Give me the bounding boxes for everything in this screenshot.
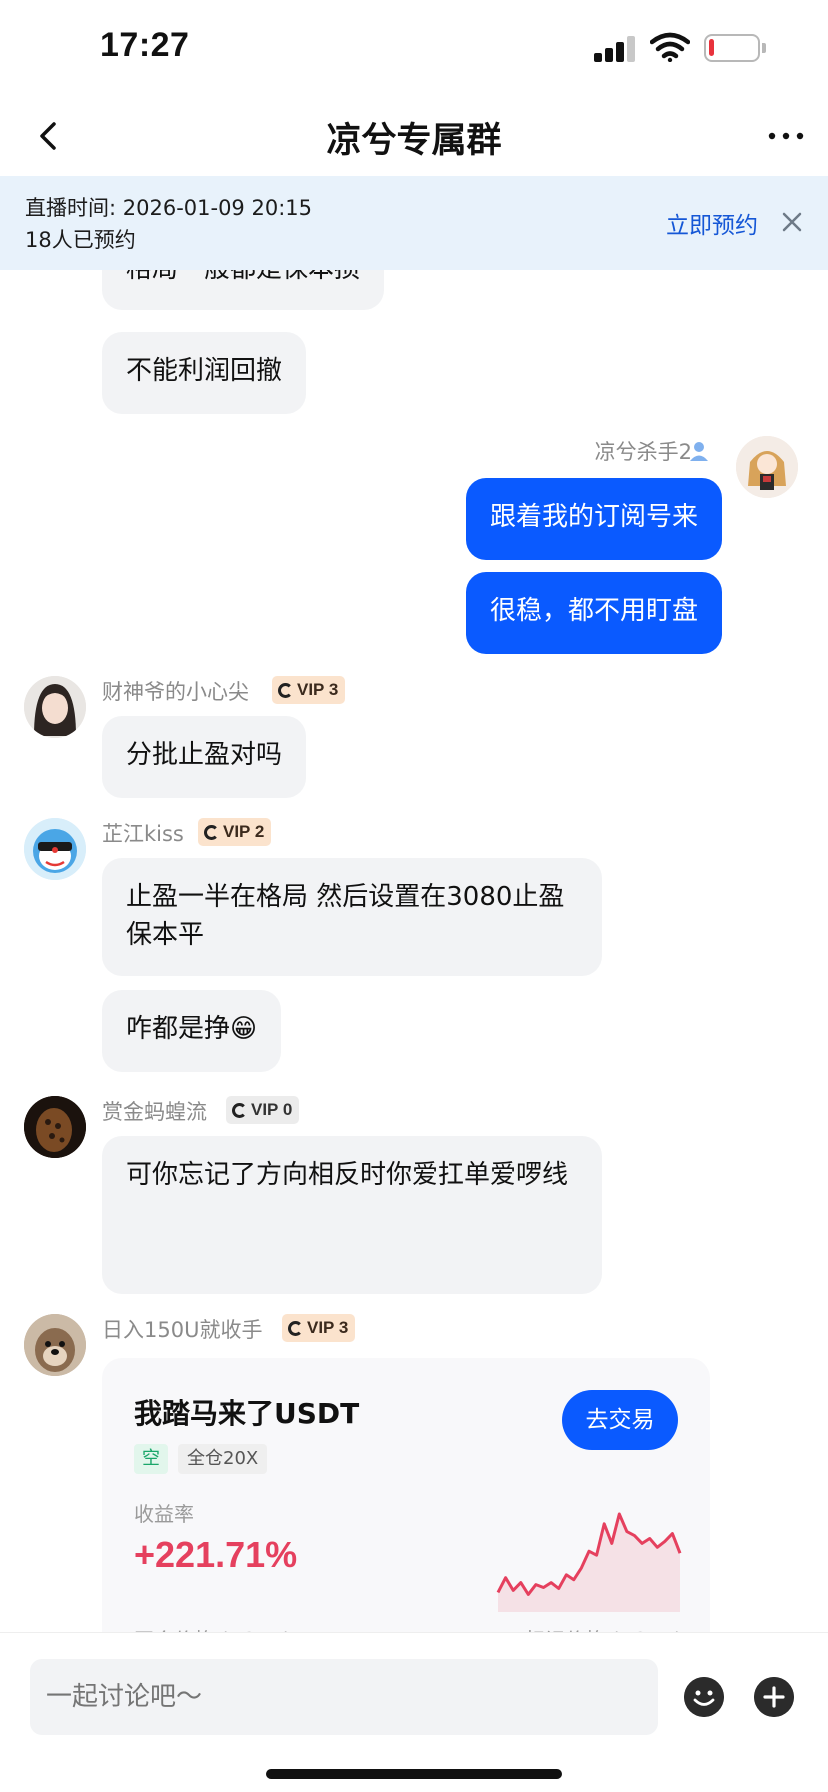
leopard-avatar-icon: [24, 1096, 86, 1158]
live-reservation-banner: 直播时间: 2026-01-09 20:15 18人已预约 立即预约: [0, 176, 828, 270]
trade-pair-title: 我踏马来了USDT: [134, 1397, 360, 1430]
open-price-label: 开仓价格 (USDT): [134, 1624, 291, 1632]
battery-tip: [762, 43, 766, 53]
position-side-tag: 空: [134, 1444, 168, 1474]
grin-emoji-icon: 😁: [230, 1014, 258, 1044]
home-indicator: [266, 1769, 562, 1779]
battery-level: [709, 39, 714, 56]
vip-badge: VIP 3: [282, 1314, 356, 1342]
message-bubble[interactable]: 止盈一半在格局 然后设置在3080止盈保本平: [102, 858, 602, 976]
page-title: 凉兮专属群: [326, 121, 502, 161]
message-bubble[interactable]: 分批止盈对吗: [102, 716, 307, 798]
price-sparkline: [496, 1512, 682, 1612]
more-options-button[interactable]: [764, 118, 808, 154]
my-message-bubble[interactable]: 跟着我的订阅号来: [465, 478, 722, 560]
pnl-value: +221.71%: [134, 1534, 298, 1575]
message-input[interactable]: [30, 1659, 658, 1735]
anime-girl-avatar-icon: [736, 436, 798, 498]
vip-icon: [232, 1102, 247, 1118]
message-input-bar: [0, 1632, 828, 1792]
avatar[interactable]: [24, 1314, 86, 1376]
my-message-bubble[interactable]: 很稳，都不用盯盘: [465, 572, 722, 654]
sender-name: 赏金蚂蝗流: [102, 1100, 207, 1124]
vip-icon: [288, 1320, 303, 1336]
vip-level: VIP 0: [251, 1100, 293, 1119]
vip-level: VIP 3: [297, 680, 339, 699]
avatar[interactable]: [24, 1096, 86, 1158]
avatar[interactable]: [24, 818, 86, 880]
go-trade-button[interactable]: 去交易: [562, 1390, 678, 1450]
status-time: 17:27: [100, 26, 190, 64]
vip-icon: [278, 682, 293, 698]
user-icon: [690, 442, 708, 461]
avatar[interactable]: [736, 436, 798, 498]
cellular-signal-icon: [594, 36, 638, 62]
leverage-tag: 全仓20X: [178, 1444, 268, 1474]
nav-bar: 凉兮专属群: [0, 96, 828, 176]
vip-badge: VIP 3: [272, 676, 346, 704]
battery-icon: [704, 34, 760, 62]
wifi-icon: [650, 32, 690, 62]
girl-photo-avatar-icon: [24, 676, 86, 738]
mark-price-label: 标记价格 (USDT): [525, 1624, 682, 1632]
vip-badge: VIP 0: [226, 1096, 300, 1124]
emoji-button[interactable]: [684, 1677, 724, 1717]
sender-name: 日入150U就收手: [102, 1318, 263, 1342]
reservation-count-text: 18人已预约: [25, 228, 136, 252]
vip-level: VIP 2: [223, 822, 265, 841]
message-bubble[interactable]: 格局一般都是保本损: [102, 270, 385, 310]
sender-name: 凉兮杀手2: [594, 440, 692, 464]
live-time-text: 直播时间: 2026-01-09 20:15: [25, 196, 312, 220]
message-bubble[interactable]: 可你忘记了方向相反时你爱扛单爱啰线: [102, 1136, 602, 1294]
vip-badge: VIP 2: [198, 818, 272, 846]
status-bar: 17:27: [0, 0, 828, 96]
message-text: 咋都是挣: [126, 1014, 231, 1044]
add-attachment-button[interactable]: [754, 1677, 794, 1717]
message-bubble[interactable]: 不能利润回撤: [102, 332, 307, 414]
sender-name: 财神爷的小心尖: [102, 680, 249, 704]
reserve-now-button[interactable]: 立即预约: [666, 206, 758, 240]
cartoon-doraemon-avatar-icon: [24, 818, 86, 880]
message-bubble[interactable]: 咋都是挣😁: [102, 990, 282, 1072]
vip-icon: [204, 824, 219, 840]
avatar[interactable]: [24, 676, 86, 738]
pnl-label: 收益率: [134, 1502, 194, 1526]
close-icon[interactable]: [778, 208, 806, 236]
sparkline-area: [498, 1514, 680, 1612]
trade-share-card[interactable]: 我踏马来了USDT 去交易 空 全仓20X 收益率 +221.71% 开仓价格 …: [102, 1358, 710, 1632]
vip-level: VIP 3: [307, 1318, 349, 1337]
otter-avatar-icon: [24, 1314, 86, 1376]
sender-name: 芷江kiss: [102, 822, 184, 846]
chat-message-list[interactable]: 格局一般都是保本损 不能利润回撤 凉兮杀手2 跟着我的订阅号来 很稳，都不用盯盘…: [0, 270, 828, 1632]
